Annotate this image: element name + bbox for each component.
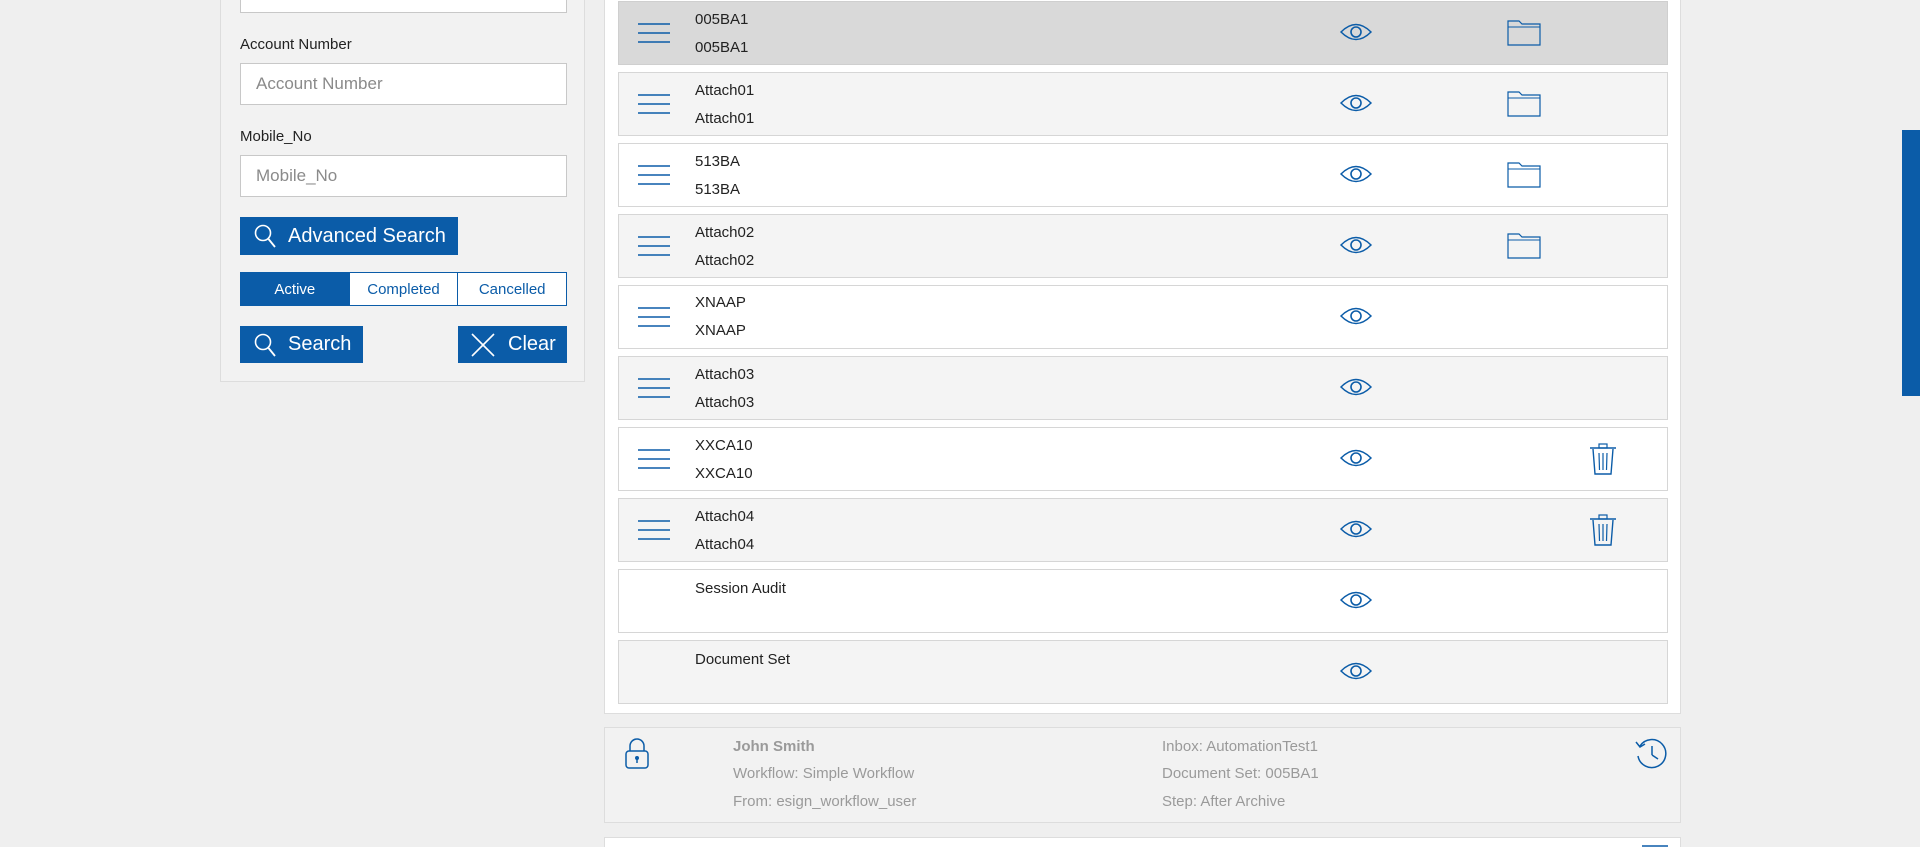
mobile-no-label: Mobile_No bbox=[240, 128, 312, 145]
list-item[interactable]: 005BA1 005BA1 bbox=[618, 1, 1668, 65]
search-panel: Account Number Mobile_No Advanced Search… bbox=[220, 0, 585, 382]
document-description: XXCA10 bbox=[695, 465, 753, 482]
document-name: Attach01 bbox=[695, 82, 755, 99]
list-item[interactable]: Session Audit bbox=[618, 569, 1668, 633]
clear-label: Clear bbox=[508, 333, 556, 355]
close-icon bbox=[469, 331, 497, 359]
document-name: 005BA1 bbox=[695, 11, 749, 28]
trash-icon[interactable] bbox=[1589, 443, 1617, 475]
eye-icon[interactable] bbox=[1340, 589, 1372, 611]
folder-icon[interactable] bbox=[1507, 160, 1541, 188]
account-number-label: Account Number bbox=[240, 36, 352, 53]
account-number-input[interactable] bbox=[240, 63, 567, 105]
eye-icon[interactable] bbox=[1340, 518, 1372, 540]
advanced-search-button[interactable]: Advanced Search bbox=[240, 217, 458, 255]
list-item[interactable]: Attach01 Attach01 bbox=[618, 72, 1668, 136]
document-name: XNAAP bbox=[695, 294, 746, 311]
document-name: Session Audit bbox=[695, 580, 786, 597]
hamburger-icon[interactable] bbox=[638, 164, 670, 186]
status-tab-cancelled[interactable]: Cancelled bbox=[458, 273, 566, 305]
document-list: 005BA1 005BA1 Attach01 Attach01 513BA 51… bbox=[604, 0, 1681, 714]
hamburger-icon[interactable] bbox=[638, 93, 670, 115]
folder-icon[interactable] bbox=[1507, 18, 1541, 46]
list-item[interactable]: 513BA 513BA bbox=[618, 143, 1668, 207]
list-item[interactable]: Attach04 Attach04 bbox=[618, 498, 1668, 562]
next-panel bbox=[604, 837, 1681, 847]
hamburger-icon[interactable] bbox=[638, 235, 670, 257]
info-from: From: esign_workflow_user bbox=[733, 793, 917, 810]
document-description: Attach01 bbox=[695, 110, 755, 127]
advanced-search-label: Advanced Search bbox=[288, 224, 446, 247]
info-user-name: John Smith bbox=[733, 738, 815, 755]
info-document-set: Document Set: 005BA1 bbox=[1162, 765, 1319, 782]
document-description: 005BA1 bbox=[695, 39, 749, 56]
info-step: Step: After Archive bbox=[1162, 793, 1286, 810]
workflow-info-panel: John Smith Workflow: Simple Workflow Fro… bbox=[604, 727, 1681, 823]
document-name: Attach02 bbox=[695, 224, 755, 241]
list-item[interactable]: Document Set bbox=[618, 640, 1668, 704]
eye-icon[interactable] bbox=[1340, 21, 1372, 43]
lock-icon[interactable] bbox=[624, 736, 650, 775]
previous-field-input[interactable] bbox=[240, 0, 567, 13]
search-label: Search bbox=[288, 333, 352, 355]
folder-icon[interactable] bbox=[1507, 231, 1541, 259]
eye-icon[interactable] bbox=[1340, 305, 1372, 327]
list-item[interactable]: Attach03 Attach03 bbox=[618, 356, 1668, 420]
document-name: Attach04 bbox=[695, 508, 755, 525]
status-tab-completed[interactable]: Completed bbox=[350, 273, 459, 305]
document-name: Attach03 bbox=[695, 366, 755, 383]
clear-button[interactable]: Clear bbox=[458, 326, 567, 363]
eye-icon[interactable] bbox=[1340, 376, 1372, 398]
document-name: 513BA bbox=[695, 153, 741, 170]
side-panel-tab[interactable] bbox=[1902, 130, 1920, 396]
search-icon bbox=[253, 332, 277, 358]
hamburger-icon[interactable] bbox=[638, 519, 670, 541]
list-item[interactable]: Attach02 Attach02 bbox=[618, 214, 1668, 278]
eye-icon[interactable] bbox=[1340, 92, 1372, 114]
status-filter: Active Completed Cancelled bbox=[240, 272, 567, 306]
document-description: XNAAP bbox=[695, 322, 746, 339]
list-item[interactable]: XXCA10 XXCA10 bbox=[618, 427, 1668, 491]
eye-icon[interactable] bbox=[1340, 163, 1372, 185]
hamburger-icon[interactable] bbox=[638, 22, 670, 44]
document-description: Attach02 bbox=[695, 252, 755, 269]
document-description: 513BA bbox=[695, 181, 741, 198]
info-workflow: Workflow: Simple Workflow bbox=[733, 765, 915, 782]
folder-icon[interactable] bbox=[1507, 89, 1541, 117]
eye-icon[interactable] bbox=[1340, 234, 1372, 256]
trash-icon[interactable] bbox=[1589, 514, 1617, 546]
hamburger-icon[interactable] bbox=[638, 377, 670, 399]
eye-icon[interactable] bbox=[1340, 660, 1372, 682]
search-icon bbox=[253, 223, 277, 249]
hamburger-icon[interactable] bbox=[638, 448, 670, 470]
search-button[interactable]: Search bbox=[240, 326, 363, 363]
document-name: XXCA10 bbox=[695, 437, 753, 454]
list-item[interactable]: XNAAP XNAAP bbox=[618, 285, 1668, 349]
clock-icon[interactable] bbox=[1634, 737, 1668, 776]
document-description: Attach03 bbox=[695, 394, 755, 411]
hamburger-icon[interactable] bbox=[638, 306, 670, 328]
document-description: Attach04 bbox=[695, 536, 755, 553]
eye-icon[interactable] bbox=[1340, 447, 1372, 469]
info-inbox: Inbox: AutomationTest1 bbox=[1162, 738, 1318, 755]
status-tab-active[interactable]: Active bbox=[241, 273, 350, 305]
document-name: Document Set bbox=[695, 651, 791, 668]
mobile-no-input[interactable] bbox=[240, 155, 567, 197]
